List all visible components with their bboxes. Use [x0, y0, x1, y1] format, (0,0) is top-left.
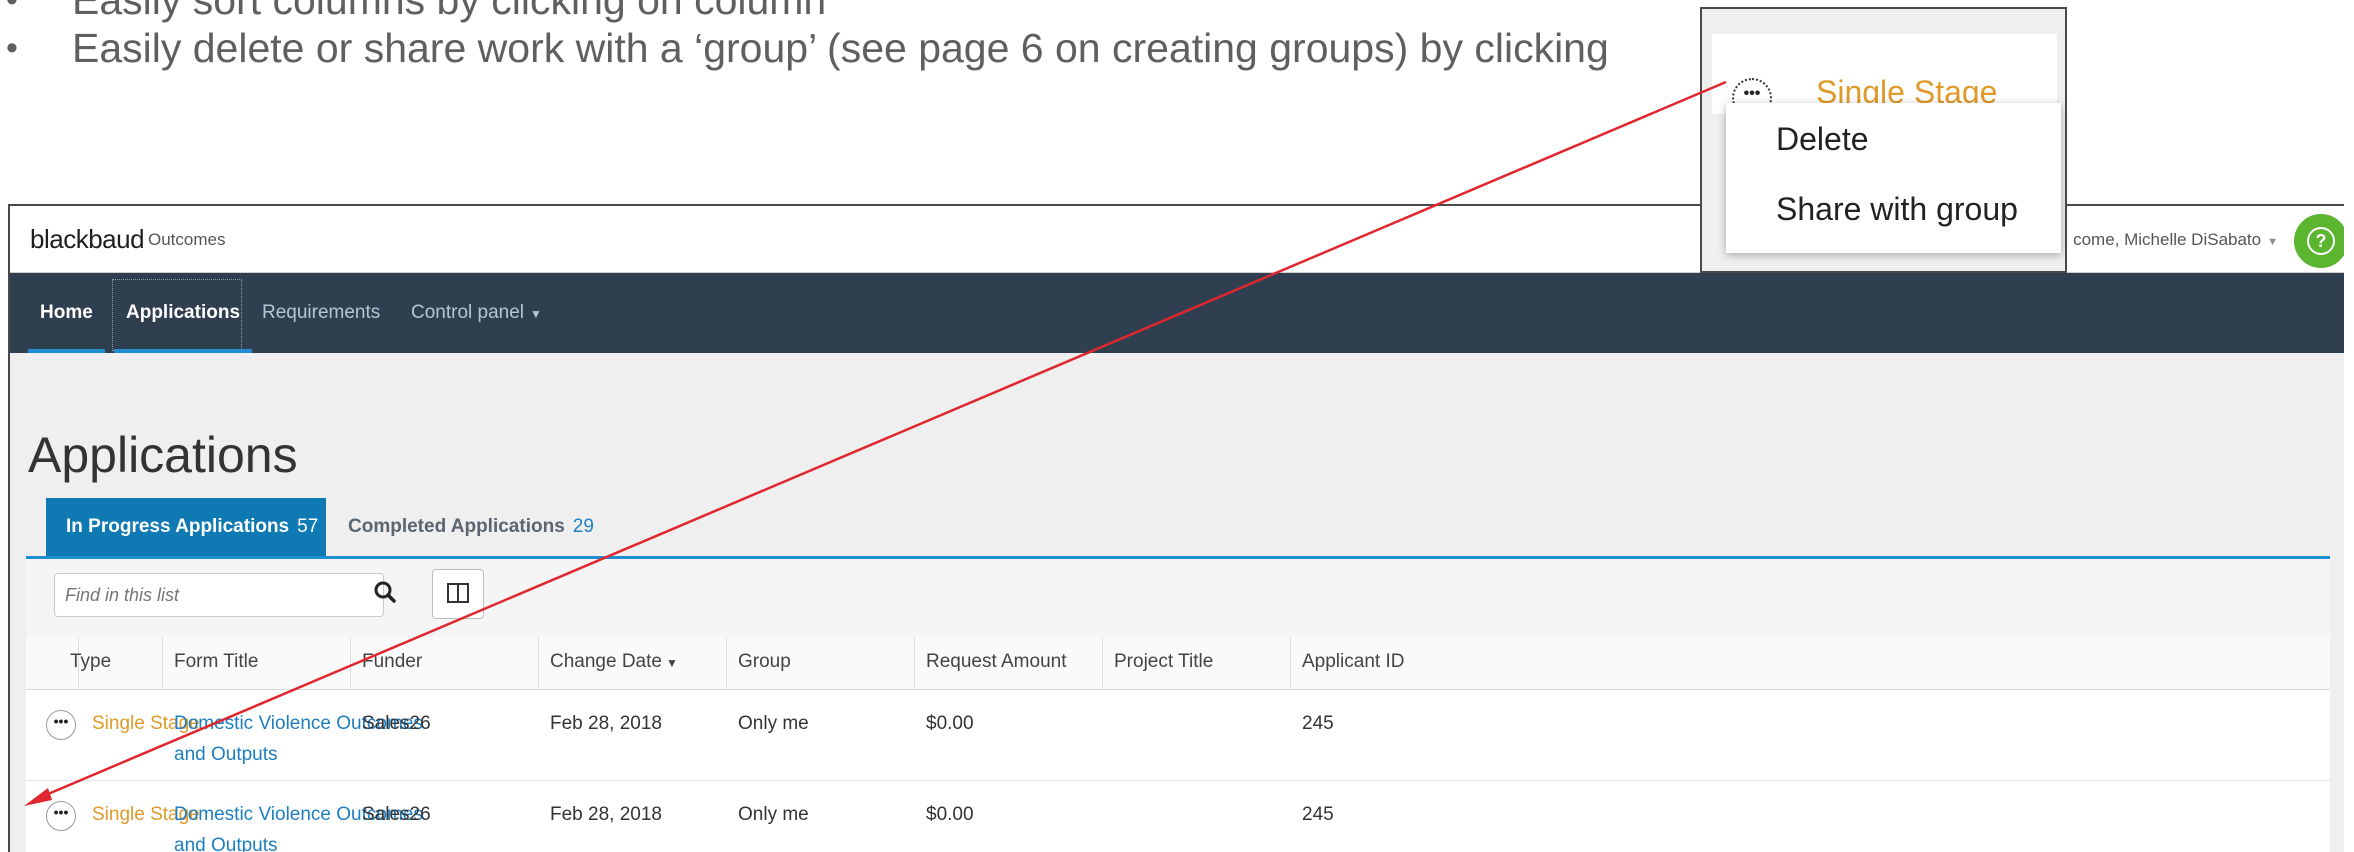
pointer-arrow	[24, 80, 1727, 806]
